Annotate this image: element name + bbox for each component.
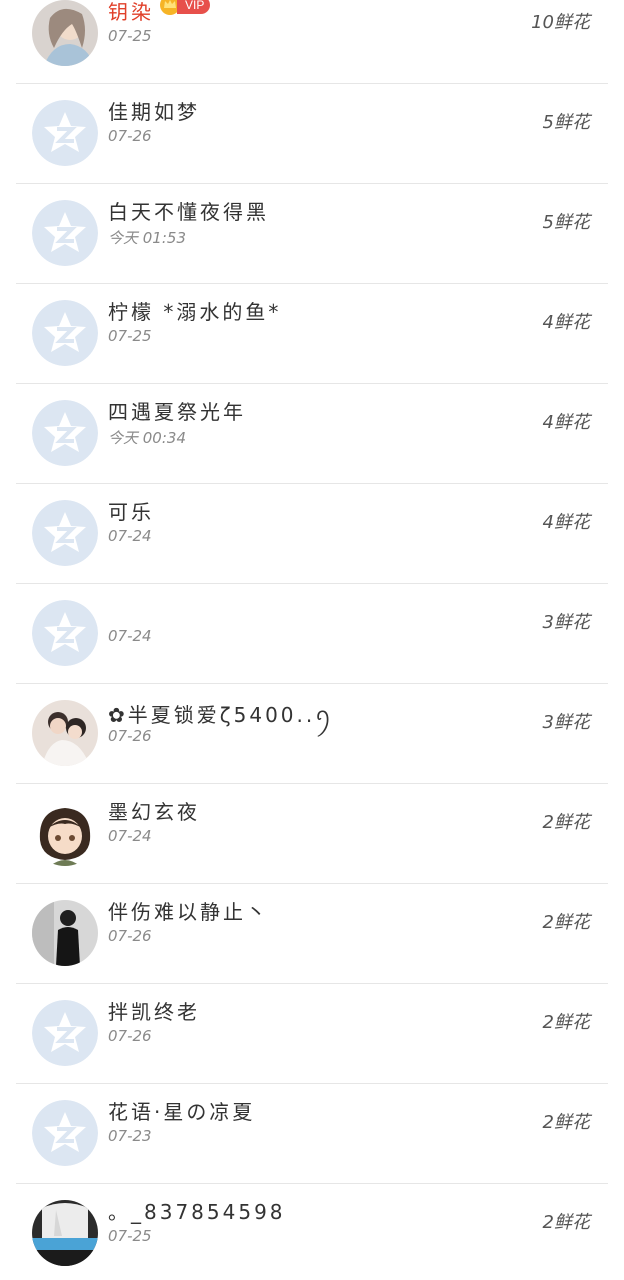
user-name[interactable]: 白天不懂夜得黑	[108, 196, 269, 225]
vip-badge: VIP	[159, 0, 211, 16]
user-name[interactable]: 柠檬 *溺水的鱼*	[108, 296, 281, 325]
flower-count: 4鲜花	[542, 412, 590, 433]
flower-count: 2鲜花	[542, 1112, 590, 1133]
list-item[interactable]: 钥染 VIP 07-25 10鲜花	[16, 0, 608, 84]
timestamp: 今天 01:53	[108, 229, 186, 247]
qzone-star-icon	[32, 1100, 98, 1166]
avatar[interactable]	[32, 0, 98, 66]
flower-count: 5鲜花	[542, 212, 590, 233]
flower-count: 3鲜花	[542, 612, 590, 633]
user-name[interactable]: 花语·星の凉夏	[108, 1096, 255, 1125]
list-item[interactable]: 伴伤难以静止丶 07-26 2鲜花	[16, 884, 608, 984]
avatar[interactable]	[32, 1000, 98, 1066]
flower-count: 2鲜花	[542, 1012, 590, 1033]
qzone-star-icon	[32, 100, 98, 166]
timestamp: 今天 00:34	[108, 429, 186, 447]
user-name[interactable]: 四遇夏祭光年	[108, 396, 246, 425]
flower-ranking-list: 钥染 VIP 07-25 10鲜花 佳期如梦 07-26 5鲜花 白天不懂夜得黑…	[0, 0, 624, 1280]
avatar[interactable]	[32, 700, 98, 766]
list-item[interactable]: 拌凯终老 07-26 2鲜花	[16, 984, 608, 1084]
list-item[interactable]: ✿半夏锁爱ζ5400..ꪆ 07-26 3鲜花	[16, 684, 608, 784]
qzone-star-icon	[32, 500, 98, 566]
qzone-star-icon	[32, 1000, 98, 1066]
timestamp: 07-24	[108, 527, 152, 545]
list-item[interactable]: 佳期如梦 07-26 5鲜花	[16, 84, 608, 184]
avatar[interactable]	[32, 1200, 98, 1266]
avatar[interactable]	[32, 500, 98, 566]
timestamp: 07-24	[108, 627, 152, 645]
user-name[interactable]: 伴伤难以静止丶	[108, 896, 269, 925]
avatar[interactable]	[32, 200, 98, 266]
timestamp: 07-26	[108, 727, 152, 745]
flower-count: 2鲜花	[542, 1212, 590, 1233]
user-name[interactable]: 墨幻玄夜	[108, 796, 200, 825]
list-item[interactable]: 墨幻玄夜 07-24 2鲜花	[16, 784, 608, 884]
timestamp: 07-25	[108, 327, 152, 345]
list-item[interactable]: 可乐 07-24 4鲜花	[16, 484, 608, 584]
qzone-star-icon	[32, 300, 98, 366]
flower-count: 4鲜花	[542, 312, 590, 333]
user-name[interactable]: 可乐	[108, 496, 154, 525]
list-item[interactable]: 花语·星の凉夏 07-23 2鲜花	[16, 1084, 608, 1184]
flower-count: 2鲜花	[542, 912, 590, 933]
list-item[interactable]: 白天不懂夜得黑 今天 01:53 5鲜花	[16, 184, 608, 284]
avatar[interactable]	[32, 100, 98, 166]
list-item[interactable]: 07-24 3鲜花	[16, 584, 608, 684]
flower-count: 10鲜花	[531, 12, 590, 33]
timestamp: 07-25	[108, 27, 152, 45]
timestamp: 07-26	[108, 1027, 152, 1045]
user-name[interactable]: 。_837854598	[108, 1196, 286, 1225]
list-item[interactable]: 四遇夏祭光年 今天 00:34 4鲜花	[16, 384, 608, 484]
avatar[interactable]	[32, 300, 98, 366]
list-item[interactable]: 柠檬 *溺水的鱼* 07-25 4鲜花	[16, 284, 608, 384]
avatar[interactable]	[32, 400, 98, 466]
timestamp: 07-24	[108, 827, 152, 845]
flower-count: 5鲜花	[542, 112, 590, 133]
user-name[interactable]: 钥染	[108, 0, 154, 25]
timestamp: 07-26	[108, 127, 152, 145]
avatar[interactable]	[32, 800, 98, 866]
qzone-star-icon	[32, 400, 98, 466]
list-item[interactable]: 。_837854598 07-25 2鲜花	[16, 1184, 608, 1280]
user-name[interactable]: 佳期如梦	[108, 96, 200, 125]
flower-count: 4鲜花	[542, 512, 590, 533]
vip-label: VIP	[177, 0, 211, 14]
flower-count: 3鲜花	[542, 712, 590, 733]
user-name[interactable]: 拌凯终老	[108, 996, 200, 1025]
avatar[interactable]	[32, 900, 98, 966]
timestamp: 07-26	[108, 927, 152, 945]
avatar[interactable]	[32, 600, 98, 666]
timestamp: 07-25	[108, 1227, 152, 1245]
avatar[interactable]	[32, 1100, 98, 1166]
flower-count: 2鲜花	[542, 812, 590, 833]
timestamp: 07-23	[108, 1127, 152, 1145]
qzone-star-icon	[32, 600, 98, 666]
qzone-star-icon	[32, 200, 98, 266]
